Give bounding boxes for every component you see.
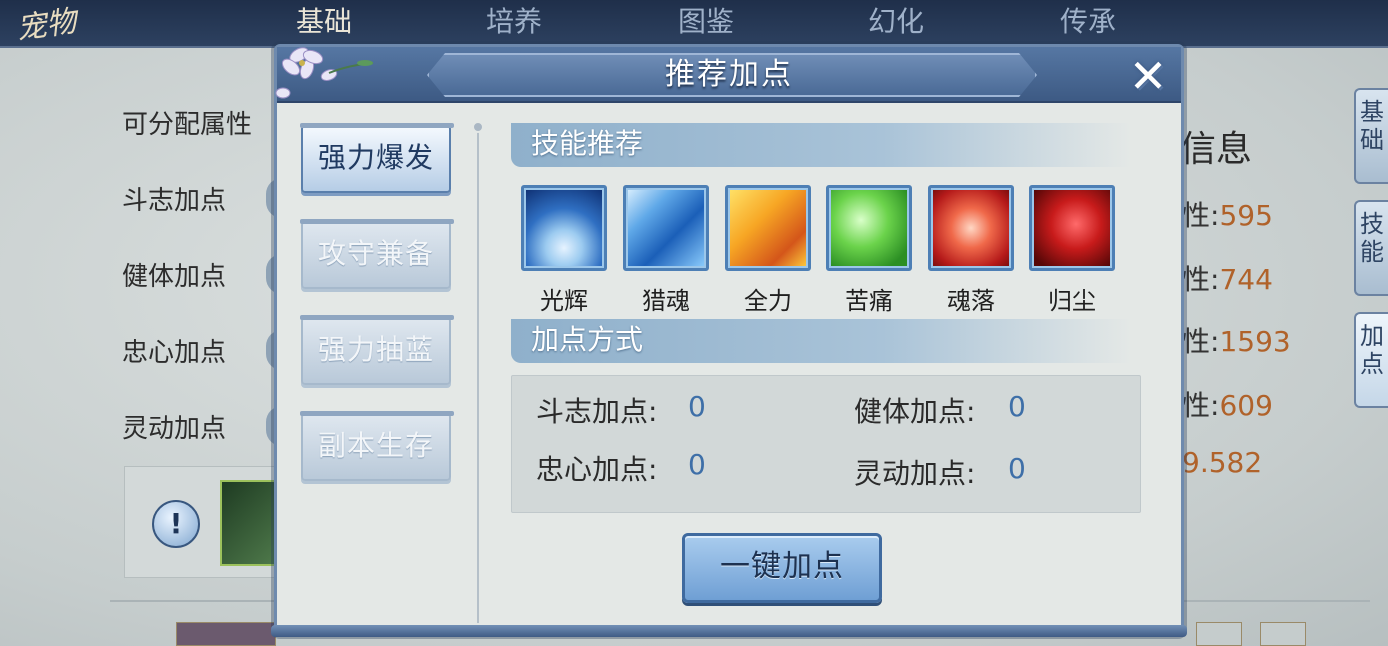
recommend-points-dialog: 推荐加点 ✕ 强力爆发 攻守兼备 强力抽蓝 副本生存 技能推荐 光辉 猎魂 全力… (271, 44, 1187, 637)
pet-portrait-icon[interactable] (220, 480, 280, 566)
skill-name: 猎魂 (642, 287, 690, 315)
bg-row-label: 健体加点 (122, 262, 227, 292)
side-tab-basic[interactable]: 基础 (1354, 88, 1388, 184)
tab-codex[interactable]: 图鉴 (678, 0, 734, 40)
bg-row-label: 灵动加点 (122, 414, 227, 444)
moon-glow-icon[interactable] (521, 185, 607, 271)
info-title: 信息 (1180, 129, 1253, 170)
category-divider (477, 123, 479, 629)
red-beast-icon[interactable] (1029, 185, 1115, 271)
dialog-bottom-bar (271, 625, 1187, 637)
category-mana-drain-button[interactable]: 强力抽蓝 (300, 315, 454, 385)
bg-row-label: 忠心加点 (122, 338, 227, 368)
side-tab-skill[interactable]: 技能 (1354, 200, 1388, 296)
tab-transform[interactable]: 幻化 (868, 0, 924, 40)
pet-slot[interactable] (176, 622, 276, 646)
tab-basic[interactable]: 基础 (296, 0, 352, 40)
points-section-header: 加点方式 (511, 319, 1131, 363)
dialog-title: 推荐加点 (665, 57, 793, 92)
stat-row: 性:609 (1182, 389, 1273, 422)
game-logo: 宠物 (14, 3, 79, 47)
bg-row-label: 斗志加点 (122, 186, 227, 216)
ice-shard-icon[interactable] (623, 185, 709, 271)
top-nav-bar: 宠物 基础 培养 图鉴 幻化 传承 (0, 0, 1388, 48)
category-balanced-button[interactable]: 攻守兼备 (300, 219, 454, 289)
stat-row: 性:595 (1182, 199, 1273, 232)
vitality-points-value: 0 (1008, 390, 1026, 423)
stat-row: 9.582 (1182, 446, 1263, 479)
vitality-points-label: 健体加点: (854, 395, 976, 428)
points-summary-box: 斗志加点: 0 健体加点: 0 忠心加点: 0 灵动加点: 0 (511, 375, 1141, 513)
divider-cap (472, 121, 484, 133)
flower-decoration-icon (275, 47, 374, 99)
stat-row: 性:1593 (1182, 325, 1291, 358)
agility-points-label: 灵动加点: (854, 457, 976, 490)
fire-burst-icon[interactable] (725, 185, 811, 271)
red-spirit-icon[interactable] (928, 185, 1014, 271)
skills-section-header: 技能推荐 (511, 123, 1131, 167)
one-key-allocate-button[interactable]: 一键加点 (682, 533, 882, 603)
allocatable-attributes-label: 可分配属性 (122, 110, 253, 140)
tab-train[interactable]: 培养 (486, 0, 542, 40)
strength-points-label: 斗志加点: (536, 395, 658, 428)
dialog-header: 推荐加点 ✕ (277, 47, 1181, 103)
loyalty-points-value: 0 (688, 448, 706, 481)
pet-slot[interactable] (1260, 622, 1306, 646)
strength-points-value: 0 (688, 390, 706, 423)
skill-name: 苦痛 (845, 287, 893, 315)
category-burst-button[interactable]: 强力爆发 (300, 123, 454, 193)
info-exclamation-icon[interactable]: ! (152, 500, 200, 548)
loyalty-points-label: 忠心加点: (536, 453, 658, 486)
skill-name: 魂落 (947, 287, 995, 315)
close-button[interactable]: ✕ (1123, 53, 1173, 101)
skill-name: 归尘 (1048, 287, 1096, 315)
agility-points-value: 0 (1008, 452, 1026, 485)
pet-slot[interactable] (1196, 622, 1242, 646)
green-skull-icon[interactable] (826, 185, 912, 271)
side-tab-points[interactable]: 加点 (1354, 312, 1388, 408)
skill-name: 光辉 (540, 287, 588, 315)
tab-inherit[interactable]: 传承 (1060, 0, 1116, 40)
skill-name: 全力 (744, 287, 792, 315)
stat-row: 性:744 (1182, 263, 1273, 296)
close-icon: ✕ (1128, 49, 1168, 103)
category-dungeon-survival-button[interactable]: 副本生存 (300, 411, 454, 481)
